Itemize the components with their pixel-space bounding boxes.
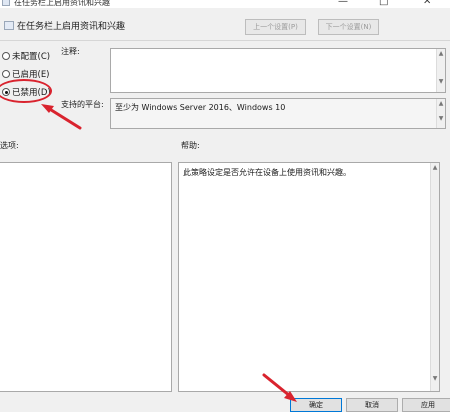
arrow-to-disabled-icon xyxy=(41,104,82,130)
arrow-to-ok-icon xyxy=(262,373,297,402)
annotation-arrows xyxy=(41,104,297,402)
